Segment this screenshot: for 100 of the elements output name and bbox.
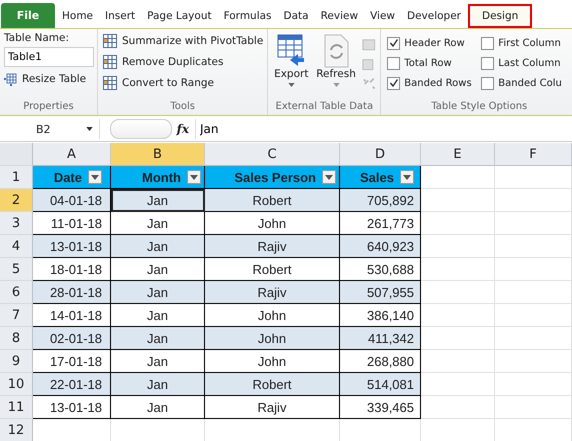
column-header[interactable]: E <box>421 143 495 166</box>
table-cell[interactable]: 339,465 <box>340 396 421 419</box>
table-cell[interactable]: Rajiv <box>205 235 340 258</box>
row-header[interactable]: 8 <box>0 327 33 350</box>
empty-cell[interactable] <box>495 373 572 396</box>
empty-cell[interactable] <box>495 350 572 373</box>
style-option-checkbox[interactable]: Total Row <box>387 53 482 73</box>
formula-bar-handle[interactable] <box>110 119 172 139</box>
row-header[interactable]: 4 <box>0 235 33 258</box>
row-header[interactable]: 7 <box>0 304 33 327</box>
table-name-field[interactable]: Table1 <box>4 47 94 67</box>
table-cell[interactable]: 28-01-18 <box>33 281 111 304</box>
empty-cell[interactable] <box>495 258 572 281</box>
name-box[interactable]: B2 <box>0 119 100 139</box>
filter-dropdown-button[interactable] <box>88 170 102 184</box>
style-option-checkbox[interactable]: Last Column <box>481 53 572 73</box>
ribbon-tab[interactable]: View <box>365 4 400 28</box>
empty-cell[interactable] <box>421 396 495 419</box>
row-header[interactable]: 11 <box>0 396 33 419</box>
ribbon-tab[interactable]: Formulas <box>218 4 277 28</box>
checkbox[interactable] <box>387 56 400 70</box>
checkbox[interactable] <box>387 36 400 50</box>
ribbon-tab[interactable]: Data <box>278 4 314 28</box>
style-option-checkbox[interactable]: First Column <box>481 33 572 53</box>
ribbon-tab[interactable]: Developer <box>402 4 466 28</box>
table-cell[interactable]: 507,955 <box>340 281 421 304</box>
table-icon <box>102 75 118 91</box>
filter-dropdown-button[interactable] <box>187 170 201 184</box>
column-header[interactable]: A <box>33 143 111 166</box>
empty-cell[interactable] <box>495 189 572 212</box>
empty-cell[interactable] <box>495 281 572 304</box>
table-cell[interactable]: Rajiv <box>205 396 340 419</box>
table-cell[interactable]: 705,892 <box>340 189 421 212</box>
table-cell[interactable]: Jan <box>111 396 205 419</box>
checkbox[interactable] <box>387 76 400 90</box>
resize-table-button[interactable]: Resize Table <box>4 70 93 88</box>
ribbon-tab[interactable]: Home <box>57 4 98 28</box>
empty-cell[interactable] <box>421 304 495 327</box>
tool-button[interactable]: Summarize with PivotTable <box>102 32 264 50</box>
filter-dropdown-button[interactable] <box>400 170 414 184</box>
ribbon-tab[interactable]: Page Layout <box>142 4 217 28</box>
insert-function-button[interactable]: fx <box>176 122 189 136</box>
table-cell[interactable]: 04-01-18 <box>33 189 111 212</box>
style-option-checkbox[interactable]: Banded Rows <box>387 73 482 93</box>
column-header[interactable]: B <box>111 143 205 166</box>
empty-cell[interactable] <box>495 304 572 327</box>
table-cell[interactable]: 13-01-18 <box>33 235 111 258</box>
table-arrow-icon <box>276 34 306 68</box>
ribbon-tab[interactable]: Insert <box>100 4 140 28</box>
empty-cell[interactable] <box>495 327 572 350</box>
column-header[interactable]: C <box>205 143 340 166</box>
checkbox[interactable] <box>481 36 494 50</box>
refresh-button[interactable]: Refresh <box>316 32 356 87</box>
column-header[interactable]: D <box>340 143 421 166</box>
filter-dropdown-button[interactable] <box>322 170 336 184</box>
table-cell[interactable]: Rajiv <box>205 281 340 304</box>
column-header[interactable]: F <box>495 143 572 166</box>
empty-cell[interactable] <box>421 350 495 373</box>
tool-button[interactable]: Convert to Range <box>102 74 264 92</box>
row-header[interactable]: 6 <box>0 281 33 304</box>
table-cell[interactable]: Robert <box>205 373 340 396</box>
ribbon-tab[interactable]: Review <box>316 4 364 28</box>
empty-cell[interactable] <box>495 235 572 258</box>
table-icon <box>4 72 18 86</box>
style-option-checkbox[interactable]: Header Row <box>387 33 482 53</box>
table-cell[interactable]: John <box>205 327 340 350</box>
table-cell[interactable]: 411,342 <box>340 327 421 350</box>
table-cell[interactable]: 640,923 <box>340 235 421 258</box>
table-cell[interactable]: Jan <box>111 327 205 350</box>
export-button[interactable]: Export <box>272 32 310 87</box>
table-cell[interactable]: Jan <box>111 235 205 258</box>
checkbox[interactable] <box>481 76 494 90</box>
table-cell[interactable]: 514,081 <box>340 373 421 396</box>
row-header[interactable]: 9 <box>0 350 33 373</box>
table-cell[interactable]: 22-01-18 <box>33 373 111 396</box>
table-cell[interactable]: Jan <box>111 189 205 212</box>
row-header[interactable]: 1 <box>0 166 33 189</box>
table-cell[interactable]: 02-01-18 <box>33 327 111 350</box>
row-header[interactable]: 2 <box>0 189 33 212</box>
row-header[interactable]: 5 <box>0 258 33 281</box>
file-tab[interactable]: File <box>1 3 55 28</box>
empty-cell[interactable] <box>495 166 572 189</box>
select-all-corner[interactable] <box>0 143 33 166</box>
table-cell[interactable]: Jan <box>111 281 205 304</box>
empty-cell[interactable] <box>495 212 572 235</box>
empty-cell[interactable] <box>421 258 495 281</box>
caret-icon <box>190 174 198 180</box>
empty-cell[interactable] <box>495 396 572 419</box>
table-cell[interactable]: 13-01-18 <box>33 396 111 419</box>
row-header[interactable]: 12 <box>0 419 33 441</box>
checkbox[interactable] <box>481 56 494 70</box>
empty-cell[interactable] <box>421 212 495 235</box>
row-header[interactable]: 10 <box>0 373 33 396</box>
group-label: Tools <box>169 100 196 114</box>
ribbon-tab[interactable]: Design <box>468 4 532 28</box>
table-cell[interactable]: Robert <box>205 189 340 212</box>
tool-button[interactable]: Remove Duplicates <box>102 53 264 71</box>
style-option-checkbox[interactable]: Banded Colu <box>481 73 572 93</box>
row-header[interactable]: 3 <box>0 212 33 235</box>
table-cell[interactable]: Jan <box>111 373 205 396</box>
